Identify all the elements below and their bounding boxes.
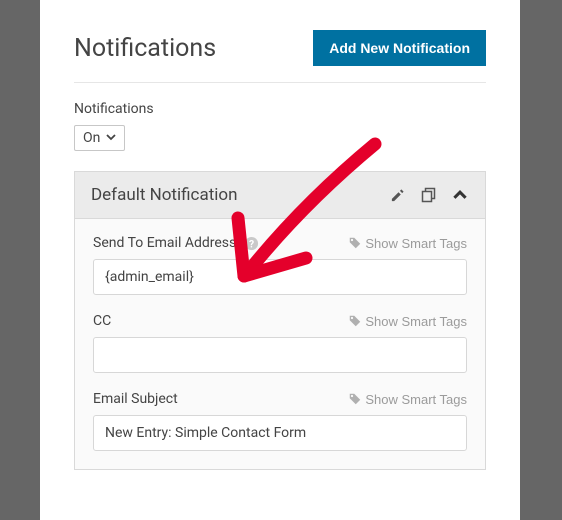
panel-title: Default Notification xyxy=(91,185,237,205)
cc-row: CC Show Smart Tags xyxy=(93,313,467,373)
notifications-toggle-group: Notifications On xyxy=(74,101,486,151)
subject-label: Email Subject xyxy=(93,391,178,407)
collapse-button[interactable] xyxy=(451,186,469,204)
add-new-notification-button[interactable]: Add New Notification xyxy=(313,30,486,66)
tag-icon xyxy=(349,237,361,249)
panel-actions xyxy=(388,185,469,205)
panel-body: Send To Email Address ? Show Smart Tags xyxy=(75,219,485,451)
subject-row: Email Subject Show Smart Tags xyxy=(93,391,467,451)
send-to-row: Send To Email Address ? Show Smart Tags xyxy=(93,235,467,295)
edit-button[interactable] xyxy=(388,186,407,205)
pencil-icon xyxy=(390,188,405,203)
cc-input[interactable] xyxy=(93,337,467,373)
panel-header: Default Notification xyxy=(75,172,485,219)
send-to-label: Send To Email Address ? xyxy=(93,235,259,251)
send-to-input[interactable] xyxy=(93,259,467,295)
copy-icon xyxy=(421,187,437,203)
notifications-toggle-value: On xyxy=(83,130,100,146)
chevron-down-icon xyxy=(106,132,116,145)
help-icon[interactable]: ? xyxy=(244,236,259,251)
notifications-toggle-select[interactable]: On xyxy=(74,125,125,151)
tag-icon xyxy=(349,315,361,327)
notifications-toggle-label: Notifications xyxy=(74,101,486,117)
svg-text:?: ? xyxy=(249,237,254,250)
settings-page: Notifications Add New Notification Notif… xyxy=(40,0,520,520)
page-header: Notifications Add New Notification xyxy=(74,30,486,83)
cc-smart-tags[interactable]: Show Smart Tags xyxy=(349,314,467,329)
tag-icon xyxy=(349,393,361,405)
cc-label: CC xyxy=(93,313,111,329)
send-to-smart-tags[interactable]: Show Smart Tags xyxy=(349,236,467,251)
duplicate-button[interactable] xyxy=(419,185,439,205)
subject-input[interactable] xyxy=(93,415,467,451)
notification-panel: Default Notification xyxy=(74,171,486,470)
chevron-up-icon xyxy=(453,188,467,202)
page-title: Notifications xyxy=(74,34,216,63)
subject-smart-tags[interactable]: Show Smart Tags xyxy=(349,392,467,407)
